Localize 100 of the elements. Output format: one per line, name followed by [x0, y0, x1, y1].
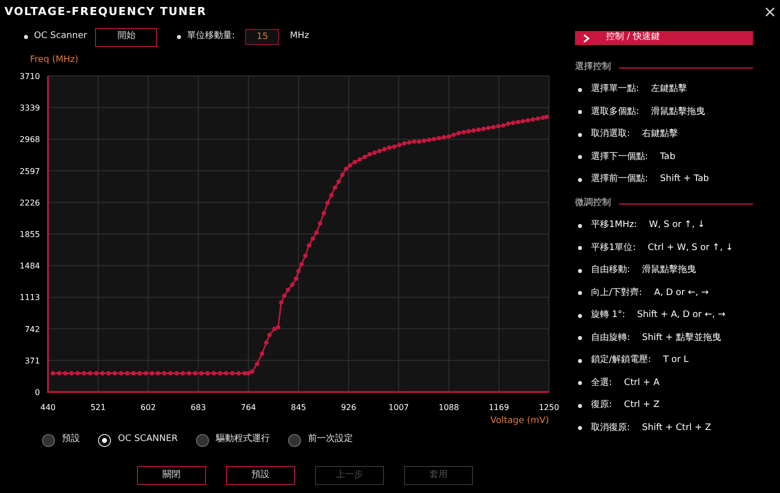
- data-point[interactable]: [332, 185, 338, 190]
- mode-radio[interactable]: 驅動程式運行: [196, 433, 270, 447]
- start-button[interactable]: 開始: [95, 28, 158, 46]
- data-point[interactable]: [306, 243, 312, 248]
- data-point[interactable]: [299, 262, 304, 266]
- data-point[interactable]: [530, 117, 536, 122]
- data-point[interactable]: [180, 371, 186, 376]
- data-point[interactable]: [452, 132, 456, 137]
- data-point[interactable]: [193, 371, 198, 376]
- mode-radio[interactable]: 前一次設定: [288, 433, 353, 447]
- data-point[interactable]: [69, 371, 74, 376]
- data-point[interactable]: [286, 288, 290, 292]
- data-point[interactable]: [540, 116, 546, 120]
- data-point[interactable]: [294, 276, 298, 281]
- data-point[interactable]: [296, 268, 301, 274]
- default-button[interactable]: 預設: [226, 466, 295, 485]
- data-point[interactable]: [340, 172, 345, 177]
- data-point[interactable]: [436, 136, 442, 140]
- data-point[interactable]: [432, 136, 436, 142]
- data-point[interactable]: [526, 118, 530, 122]
- data-point[interactable]: [218, 371, 222, 376]
- data-point[interactable]: [377, 148, 382, 154]
- data-point[interactable]: [348, 163, 352, 168]
- data-point[interactable]: [100, 371, 105, 376]
- data-point[interactable]: [131, 371, 136, 376]
- data-point[interactable]: [63, 371, 68, 376]
- data-point[interactable]: [466, 129, 471, 134]
- data-point[interactable]: [496, 124, 500, 128]
- data-point[interactable]: [471, 128, 476, 133]
- data-point[interactable]: [144, 371, 148, 376]
- data-point[interactable]: [314, 230, 319, 235]
- data-point[interactable]: [118, 371, 124, 376]
- data-point[interactable]: [407, 140, 412, 145]
- data-point[interactable]: [506, 122, 510, 126]
- data-point[interactable]: [224, 371, 228, 376]
- data-point[interactable]: [510, 120, 516, 126]
- data-point[interactable]: [205, 371, 210, 376]
- data-point[interactable]: [94, 371, 98, 376]
- data-point[interactable]: [272, 326, 277, 332]
- data-point[interactable]: [76, 371, 80, 376]
- data-point[interactable]: [236, 371, 241, 376]
- data-point[interactable]: [230, 371, 235, 376]
- data-point[interactable]: [392, 144, 397, 149]
- data-point[interactable]: [486, 126, 491, 130]
- data-point[interactable]: [124, 371, 130, 376]
- data-point[interactable]: [491, 124, 496, 130]
- data-point[interactable]: [199, 371, 204, 376]
- data-point[interactable]: [446, 134, 451, 139]
- data-point[interactable]: [382, 147, 387, 152]
- data-point[interactable]: [402, 141, 406, 146]
- data-point[interactable]: [516, 120, 520, 124]
- data-point[interactable]: [290, 282, 295, 287]
- data-point[interactable]: [456, 130, 461, 136]
- data-point[interactable]: [106, 371, 111, 376]
- data-point[interactable]: [282, 294, 286, 298]
- data-point[interactable]: [372, 150, 377, 155]
- data-point[interactable]: [358, 157, 362, 162]
- mode-radio[interactable]: 預設: [42, 433, 80, 447]
- data-point[interactable]: [150, 371, 154, 376]
- data-point[interactable]: [412, 139, 416, 144]
- data-point[interactable]: [260, 351, 264, 356]
- data-point[interactable]: [212, 371, 216, 376]
- data-point[interactable]: [264, 340, 269, 345]
- data-point[interactable]: [481, 126, 486, 131]
- data-point[interactable]: [267, 332, 272, 338]
- data-point[interactable]: [476, 127, 481, 132]
- data-point[interactable]: [88, 371, 92, 376]
- data-point[interactable]: [322, 210, 326, 216]
- data-point[interactable]: [303, 254, 308, 258]
- close-button[interactable]: 關閉: [137, 466, 206, 485]
- data-point[interactable]: [250, 369, 254, 374]
- data-point[interactable]: [426, 138, 432, 142]
- data-point[interactable]: [310, 236, 315, 241]
- data-point[interactable]: [168, 371, 173, 376]
- step-input-field[interactable]: 15: [245, 29, 280, 45]
- data-point[interactable]: [56, 371, 62, 376]
- data-point[interactable]: [520, 118, 526, 124]
- data-point[interactable]: [336, 179, 341, 184]
- data-point[interactable]: [344, 166, 348, 172]
- data-point[interactable]: [397, 142, 402, 148]
- data-point[interactable]: [174, 371, 179, 376]
- data-point[interactable]: [156, 371, 160, 376]
- data-point[interactable]: [318, 221, 322, 226]
- data-point[interactable]: [242, 371, 247, 376]
- data-point[interactable]: [50, 371, 56, 376]
- data-point[interactable]: [254, 362, 260, 366]
- data-point[interactable]: [442, 135, 446, 140]
- data-point[interactable]: [276, 325, 280, 330]
- data-point[interactable]: [329, 193, 334, 198]
- data-point[interactable]: [461, 130, 466, 134]
- data-point[interactable]: [325, 200, 330, 206]
- data-point[interactable]: [536, 116, 540, 121]
- data-point[interactable]: [387, 145, 392, 150]
- data-point[interactable]: [416, 139, 422, 144]
- data-point[interactable]: [422, 138, 426, 143]
- data-point[interactable]: [82, 371, 86, 376]
- data-point[interactable]: [367, 152, 372, 157]
- data-point[interactable]: [112, 371, 117, 376]
- data-point[interactable]: [186, 371, 192, 376]
- mode-radio[interactable]: OC SCANNER: [98, 433, 178, 447]
